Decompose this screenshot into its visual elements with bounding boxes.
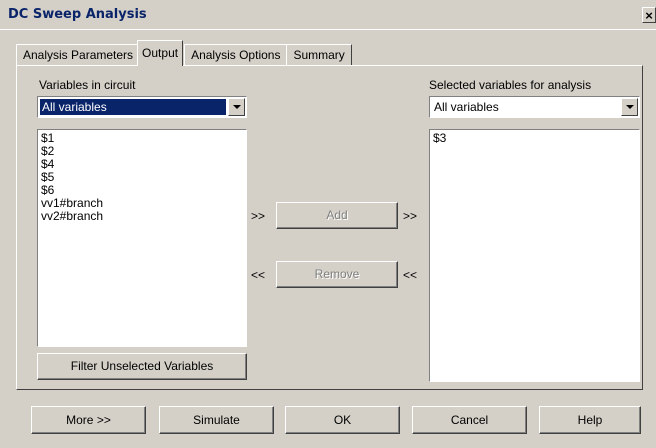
remove-button[interactable]: Remove [276, 261, 398, 288]
tab-output[interactable]: Output [137, 40, 184, 66]
close-button[interactable]: × [642, 7, 656, 23]
variables-filter-select[interactable]: All variables [37, 96, 247, 118]
list-item[interactable]: $5 [41, 171, 243, 184]
list-item[interactable]: $2 [41, 145, 243, 158]
tab-summary[interactable]: Summary [286, 44, 352, 66]
list-item[interactable]: $3 [433, 132, 636, 145]
tab-strip: Analysis Parameters Output Analysis Opti… [16, 40, 352, 66]
remove-prefix-arrows: << [251, 268, 266, 282]
list-item[interactable]: $4 [41, 158, 243, 171]
simulate-button[interactable]: Simulate [159, 406, 274, 434]
selected-variables-label: Selected variables for analysis [429, 78, 592, 92]
variables-in-circuit-list[interactable]: $1 $2 $4 $5 $6 vv1#branch vv2#branch [37, 129, 247, 347]
variables-filter-value: All variables [40, 99, 226, 115]
cancel-button[interactable]: Cancel [412, 406, 527, 434]
list-item[interactable]: $1 [41, 132, 243, 145]
output-tab-panel: Variables in circuit All variables $1 $2… [16, 65, 643, 390]
chevron-down-icon[interactable] [621, 98, 638, 116]
selected-variables-list[interactable]: $3 [429, 129, 640, 382]
list-item[interactable]: vv2#branch [41, 210, 243, 223]
dc-sweep-dialog: DC Sweep Analysis × Analysis Parameters … [0, 0, 656, 448]
window-title: DC Sweep Analysis [8, 7, 147, 22]
add-button[interactable]: Add [276, 202, 398, 229]
variables-in-circuit-label: Variables in circuit [39, 78, 136, 92]
filter-unselected-variables-button[interactable]: Filter Unselected Variables [37, 353, 247, 380]
ok-button[interactable]: OK [285, 406, 400, 434]
title-bar: DC Sweep Analysis × [0, 0, 656, 30]
more-button[interactable]: More >> [31, 406, 146, 434]
tab-analysis-options[interactable]: Analysis Options [184, 44, 288, 66]
add-prefix-arrows: >> [251, 209, 266, 223]
selected-variables-filter-select[interactable]: All variables [429, 96, 640, 118]
add-suffix-arrows: >> [403, 209, 418, 223]
chevron-down-icon[interactable] [228, 98, 245, 116]
help-button[interactable]: Help [539, 406, 641, 434]
selected-variables-filter-value: All variables [434, 100, 499, 114]
remove-suffix-arrows: << [403, 268, 418, 282]
close-icon: × [645, 8, 653, 23]
tab-analysis-parameters[interactable]: Analysis Parameters [16, 44, 141, 66]
